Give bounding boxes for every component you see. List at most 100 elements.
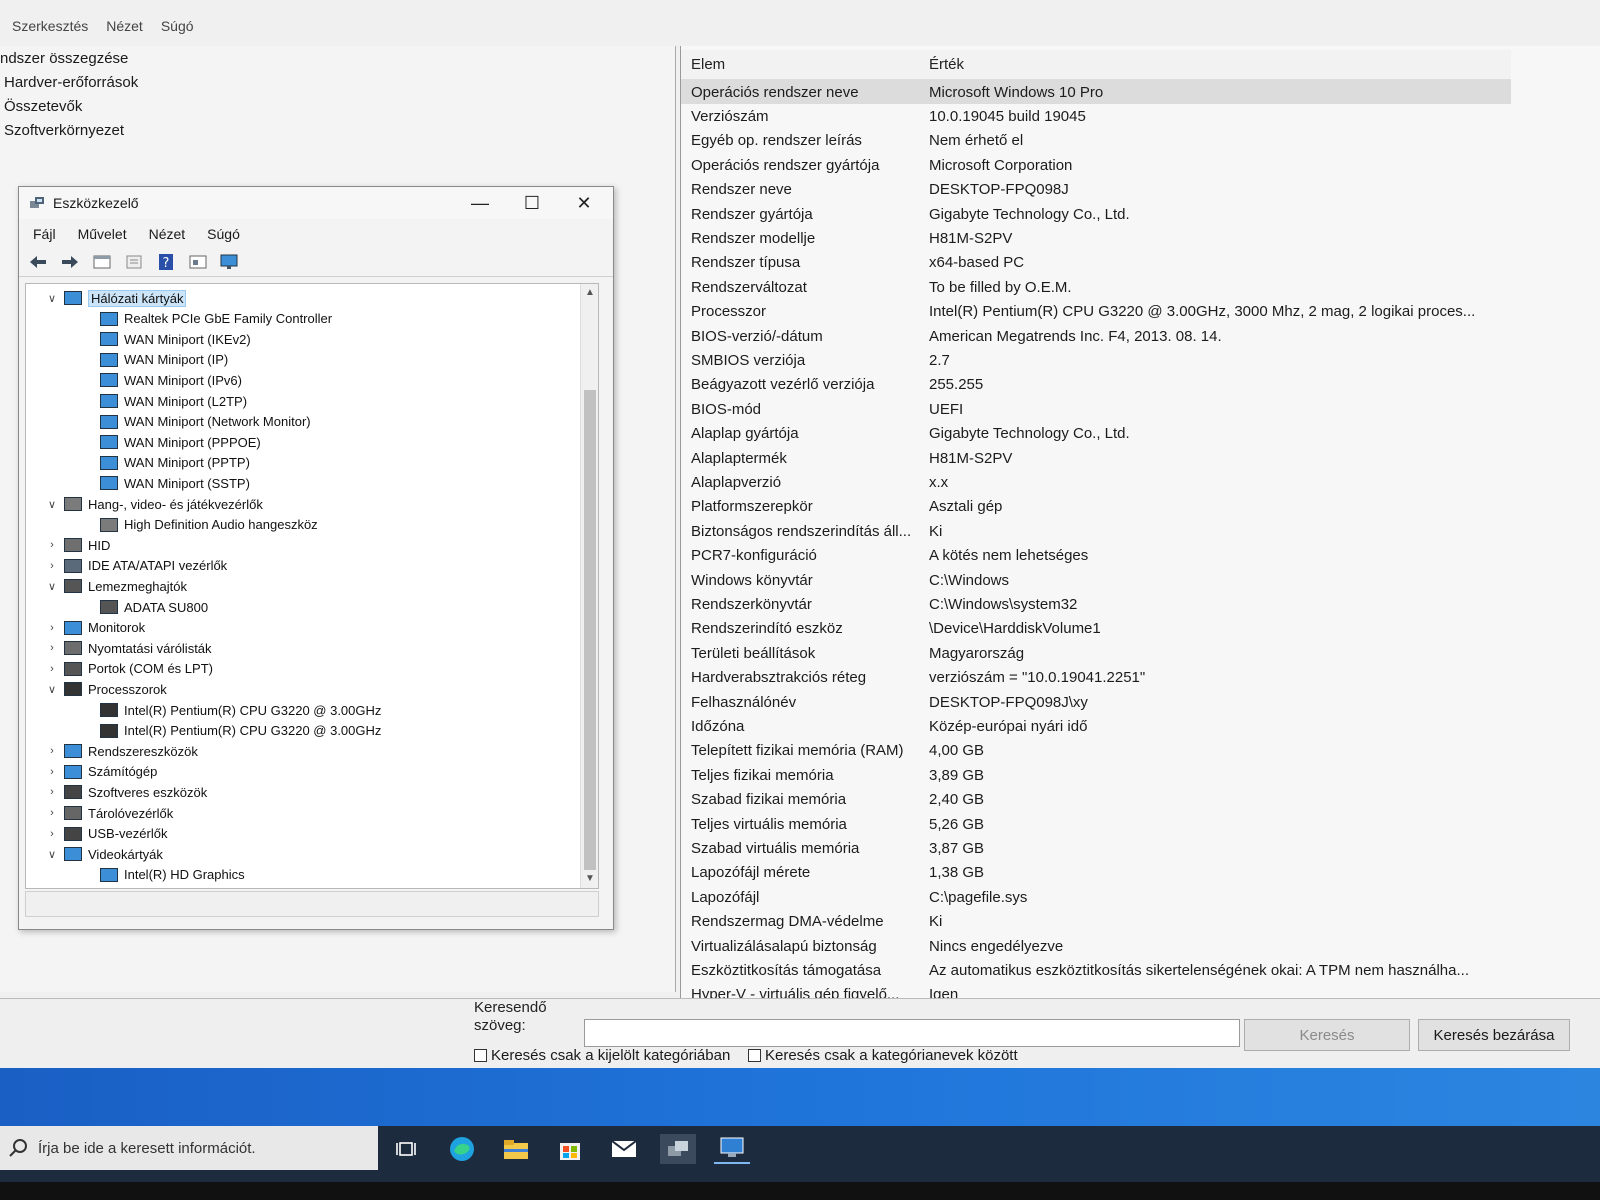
tree-node[interactable]: › USB-vezérlők — [46, 824, 167, 844]
tree-node[interactable]: ∨ Lemezmeghajtók — [46, 576, 187, 596]
search-selected-category-checkbox[interactable]: Keresés csak a kijelölt kategóriában — [474, 1047, 730, 1064]
table-row[interactable]: BIOS-mód UEFI — [681, 397, 1511, 421]
help-icon[interactable]: ? — [153, 250, 179, 274]
tree-node[interactable]: ∨ Processzorok — [46, 679, 167, 699]
tree-node[interactable]: WAN Miniport (PPPOE) — [82, 432, 261, 452]
chevron-right-icon[interactable]: › — [46, 663, 58, 675]
table-row[interactable]: Verziószám 10.0.19045 build 19045 — [681, 104, 1511, 128]
table-row[interactable]: Beágyazott vezérlő verziója 255.255 — [681, 373, 1511, 397]
edge-icon[interactable] — [444, 1134, 480, 1164]
tree-node[interactable]: Intel(R) Pentium(R) CPU G3220 @ 3.00GHz — [82, 721, 381, 741]
tree-node[interactable]: ADATA SU800 — [82, 597, 208, 617]
search-category-names-checkbox[interactable]: Keresés csak a kategórianevek között — [748, 1047, 1018, 1064]
table-row[interactable]: BIOS-verzió/-dátum American Megatrends In… — [681, 324, 1511, 348]
store-icon[interactable] — [552, 1134, 588, 1164]
chevron-right-icon[interactable]: › — [46, 766, 58, 778]
device-manager-icon[interactable] — [660, 1134, 696, 1164]
menu-file[interactable]: Fájl — [33, 226, 56, 242]
chevron-down-icon[interactable]: ∨ — [46, 292, 58, 305]
maximize-button[interactable]: ☐ — [509, 187, 555, 219]
tree-node[interactable]: WAN Miniport (PPTP) — [82, 453, 250, 473]
vertical-scrollbar[interactable]: ▲ ▼ — [580, 284, 598, 888]
tree-node[interactable]: ∨ Hálózati kártyák — [46, 288, 187, 308]
chevron-down-icon[interactable]: ∨ — [46, 580, 58, 593]
chevron-right-icon[interactable]: › — [46, 642, 58, 654]
properties-icon[interactable] — [89, 250, 115, 274]
table-row[interactable]: Szabad fizikai memória 2,40 GB — [681, 788, 1511, 812]
tree-node[interactable]: › Monitorok — [46, 618, 145, 638]
menu-help[interactable]: Súgó — [161, 18, 194, 34]
tree-node[interactable]: WAN Miniport (IKEv2) — [82, 329, 251, 349]
menu-view[interactable]: Nézet — [149, 226, 186, 242]
back-icon[interactable] — [25, 250, 51, 274]
table-row[interactable]: Alaplap gyártója Gigabyte Technology Co.,… — [681, 422, 1511, 446]
checkbox-box[interactable] — [474, 1049, 487, 1062]
chevron-down-icon[interactable]: ∨ — [46, 498, 58, 511]
close-button[interactable]: ✕ — [561, 187, 607, 219]
tree-node[interactable]: ∨ Hang-, video- és játékvezérlők — [46, 494, 263, 514]
table-row[interactable]: Biztonságos rendszerindítás áll... Ki — [681, 519, 1511, 543]
system-info-icon[interactable] — [714, 1134, 750, 1164]
table-row[interactable]: Egyéb op. rendszer leírás Nem érhető el — [681, 129, 1511, 153]
tree-node[interactable]: ∨ Videokártyák — [46, 844, 163, 864]
title-bar[interactable]: Eszközkezelő — ☐ ✕ — [19, 187, 613, 219]
table-row[interactable]: SMBIOS verziója 2.7 — [681, 348, 1511, 372]
tree-node[interactable]: High Definition Audio hangeszköz — [82, 515, 318, 535]
scroll-down-icon[interactable]: ▼ — [581, 870, 598, 888]
update-driver-icon[interactable] — [121, 250, 147, 274]
chevron-right-icon[interactable]: › — [46, 745, 58, 757]
tree-node[interactable]: WAN Miniport (IPv6) — [82, 370, 242, 390]
scan-hardware-icon[interactable] — [217, 250, 243, 274]
table-row[interactable]: Területi beállítások Magyarország — [681, 641, 1511, 665]
table-row[interactable]: Platformszerepkör Asztali gép — [681, 495, 1511, 519]
table-row[interactable]: Virtualizálásalapú biztonság Nincs engedé… — [681, 934, 1511, 958]
menu-edit[interactable]: Szerkesztés — [12, 18, 88, 34]
scroll-thumb[interactable] — [584, 390, 596, 870]
chevron-right-icon[interactable]: › — [46, 786, 58, 798]
tree-node[interactable]: WAN Miniport (L2TP) — [82, 391, 247, 411]
table-row[interactable]: Processzor Intel(R) Pentium(R) CPU G3220 … — [681, 300, 1511, 324]
close-search-button[interactable]: Keresés bezárása — [1418, 1019, 1570, 1051]
menu-view[interactable]: Nézet — [106, 18, 143, 34]
tree-node[interactable]: › Számítógép — [46, 762, 157, 782]
table-row[interactable]: Rendszermag DMA-védelme Ki — [681, 910, 1511, 934]
table-row[interactable]: Hyper-V - virtuális gép figyelő... Igen — [681, 983, 1511, 998]
chevron-right-icon[interactable]: › — [46, 807, 58, 819]
chevron-down-icon[interactable]: ∨ — [46, 848, 58, 861]
tree-node[interactable]: Realtek PCIe GbE Family Controller — [82, 309, 332, 329]
tree-node[interactable]: WAN Miniport (SSTP) — [82, 473, 250, 493]
scroll-up-icon[interactable]: ▲ — [581, 284, 598, 302]
tree-node[interactable]: › Portok (COM és LPT) — [46, 659, 213, 679]
mail-icon[interactable] — [606, 1134, 642, 1164]
table-row[interactable]: Teljes virtuális memória 5,26 GB — [681, 812, 1511, 836]
table-row[interactable]: Teljes fizikai memória 3,89 GB — [681, 763, 1511, 787]
menu-action[interactable]: Művelet — [78, 226, 127, 242]
tree-node[interactable]: WAN Miniport (IP) — [82, 350, 228, 370]
task-view-icon[interactable] — [388, 1134, 424, 1164]
checkbox-box[interactable] — [748, 1049, 761, 1062]
table-row[interactable]: Lapozófájl C:\pagefile.sys — [681, 885, 1511, 909]
chevron-right-icon[interactable]: › — [46, 560, 58, 572]
table-row[interactable]: PCR7-konfiguráció A kötés nem lehetséges — [681, 544, 1511, 568]
view-resources-icon[interactable] — [185, 250, 211, 274]
tree-node[interactable]: › Szoftveres eszközök — [46, 782, 207, 802]
tree-node[interactable]: Intel(R) Pentium(R) CPU G3220 @ 3.00GHz — [82, 700, 381, 720]
table-row[interactable]: Rendszerindító eszköz \Device\HarddiskVol… — [681, 617, 1511, 641]
tree-node[interactable]: WAN Miniport (Network Monitor) — [82, 412, 311, 432]
table-row[interactable]: Rendszer gyártója Gigabyte Technology Co.… — [681, 202, 1511, 226]
tree-node[interactable]: › Tárolóvezérlők — [46, 803, 173, 823]
minimize-button[interactable]: — — [457, 187, 503, 219]
table-row[interactable]: Alaplaptermék H81M-S2PV — [681, 446, 1511, 470]
menu-help[interactable]: Súgó — [207, 226, 240, 242]
table-row[interactable]: Operációs rendszer neve Microsoft Windows… — [681, 80, 1511, 104]
tree-node[interactable]: › Nyomtatási várólisták — [46, 638, 211, 658]
forward-icon[interactable] — [57, 250, 83, 274]
table-row[interactable]: Szabad virtuális memória 3,87 GB — [681, 836, 1511, 860]
table-row[interactable]: Rendszer modellje H81M-S2PV — [681, 226, 1511, 250]
tree-node[interactable]: › HID — [46, 535, 110, 555]
tree-item-components[interactable]: Összetevők — [4, 98, 82, 115]
taskbar-search-box[interactable]: Írja be ide a keresett információt. — [0, 1126, 378, 1170]
search-button[interactable]: Keresés — [1244, 1019, 1410, 1051]
table-row[interactable]: Eszköztitkosítás támogatása Az automatiku… — [681, 958, 1511, 982]
file-explorer-icon[interactable] — [498, 1134, 534, 1164]
